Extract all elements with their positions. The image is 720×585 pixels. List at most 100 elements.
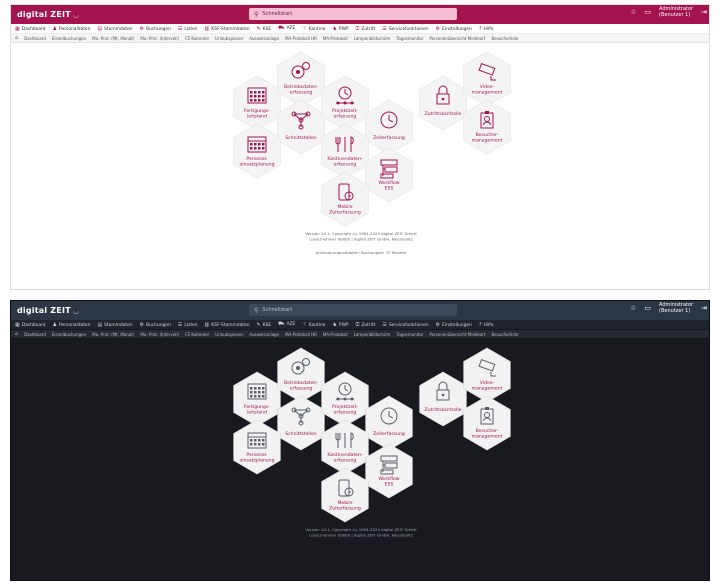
hex-tile-zeit[interactable]: Zeiterfassung <box>365 395 413 451</box>
tool-icon: ✎ <box>256 321 261 328</box>
menu-item-hilfe[interactable]: ? Hilfe <box>479 322 494 328</box>
hex-tile-zeit[interactable]: Zeiterfassung <box>365 99 413 155</box>
tab-einzelbuchungen[interactable]: Einzelbuchungen <box>52 332 86 337</box>
menu-item-personaldaten[interactable]: ♟ Personaldaten <box>53 322 91 328</box>
menu-item-kantine[interactable]: ⚚ Kantine <box>302 26 325 32</box>
tab-urlaubsplaner[interactable]: Urlaubsplaner <box>215 332 243 337</box>
hex-tile-schnitt[interactable]: Schnittstellen <box>277 99 325 155</box>
hex-tile-video[interactable]: Video-management <box>463 51 511 107</box>
tab-personen-bersicht-meldeort[interactable]: Personenübersicht Meldeort <box>429 36 485 41</box>
menu-item-kantine[interactable]: ⚚ Kantine <box>302 322 325 328</box>
tab-tagesmonitor[interactable]: Tagesmonitor <box>396 36 423 41</box>
tab-lampenbildschirm[interactable]: Lampenbildschirm <box>354 36 391 41</box>
hex-tile-mobile[interactable]: Mobile Zeiterfassung <box>321 171 369 227</box>
menu-item-zutritt[interactable]: ⚿ Zutritt <box>356 322 376 328</box>
app-logo[interactable]: digital ZEIT ◡ <box>17 306 247 315</box>
tab-lampenbildschirm[interactable]: Lampenbildschirm <box>354 332 391 337</box>
tab-ma-prot-mt-monat-[interactable]: Ma.-Prot. (Mt. Monat) <box>92 332 134 337</box>
menu-item-servicefunktionen[interactable]: ☰ Servicefunktionen <box>382 26 428 32</box>
hex-tile-zutritt[interactable]: Zutrittskontrolle <box>419 371 467 427</box>
tab-fz-kalender[interactable]: FZ-Kalender <box>185 332 209 337</box>
menu-item-kse[interactable]: ✎ KSE <box>257 322 272 328</box>
home-icon[interactable]: ⌂ <box>15 35 18 41</box>
tab-bar: ⌂ Dashboard Einzelbuchungen Ma.-Prot. (Mt. … <box>11 34 709 43</box>
hex-tile-betrieb[interactable]: Betriebsdaten-erfassung <box>277 51 325 107</box>
hex-tile-fertigung[interactable]: Fertigungs-leitstand <box>233 371 281 427</box>
hex-tile-fertigung[interactable]: Fertigungs-leitstand <box>233 75 281 131</box>
menu-item-dashboard[interactable]: ▦ Dashboard <box>15 26 46 32</box>
hex-tile-video[interactable]: Video-management <box>463 347 511 403</box>
menu-item-hilfe[interactable]: ? Hilfe <box>479 26 494 32</box>
star-icon[interactable]: ☆ <box>630 304 636 312</box>
hex-tile-besucher[interactable]: Besucher-management <box>463 99 511 155</box>
tab-ma-prot-intervall-[interactable]: Ma.-Prot. (Intervall) <box>140 332 179 337</box>
app-logo[interactable]: digital ZEIT ◡ <box>17 10 247 19</box>
menu-item-buchungen[interactable]: ⚙ Buchungen <box>140 322 171 328</box>
hex-tile-personal[interactable]: Personal-einsatzplanung <box>233 419 281 475</box>
search-input[interactable]: ⚲ Schnellstart <box>249 304 457 316</box>
menu-item-listen[interactable]: ☰ Listen <box>178 322 198 328</box>
screen-icon[interactable]: ▭ <box>644 304 651 312</box>
menu-item-einstellungen[interactable]: ⚙ Einstellungen <box>436 322 472 328</box>
logout-icon[interactable]: ⇥ <box>701 304 707 312</box>
menu-item-aze[interactable]: ⛟ AZE <box>278 25 295 32</box>
menu-item-zutritt[interactable]: ⚿ Zutritt <box>356 26 376 32</box>
tab-ma-protokoll[interactable]: MA-Protokoll <box>323 36 348 41</box>
search-input[interactable]: ⚲ Schnellstart <box>249 8 457 20</box>
tab-urlaubsplaner[interactable]: Urlaubsplaner <box>215 36 243 41</box>
tab-personen-bersicht-meldeort[interactable]: Personenübersicht Meldeort <box>429 332 485 337</box>
menu-item-aze[interactable]: ⛟ AZE <box>278 321 295 328</box>
hex-tile-workflow[interactable]: Workflow ESS <box>365 443 413 499</box>
hex-tile-workflow[interactable]: Workflow ESS <box>365 147 413 203</box>
tab-tagesmonitor[interactable]: Tagesmonitor <box>396 332 423 337</box>
tab-ma-prot-intervall-[interactable]: Ma.-Prot. (Intervall) <box>140 36 179 41</box>
tab-dashboard[interactable]: Dashboard <box>24 36 46 41</box>
hex-shape <box>321 171 369 227</box>
tab-ma-protokoll-hr[interactable]: MA-Protokoll HR <box>285 36 317 41</box>
hex-tile-kantine[interactable]: Kantinendaten-erfassung <box>321 123 369 179</box>
hex-shape <box>365 395 413 451</box>
home-icon[interactable]: ⌂ <box>15 331 18 337</box>
hex-tile-personal[interactable]: Personal-einsatzplanung <box>233 123 281 179</box>
tab-ma-protokoll-hr[interactable]: MA-Protokoll HR <box>285 332 317 337</box>
menu-item-ksf-stammdaten[interactable]: ▥ KSF-Stammdaten <box>205 322 250 328</box>
hex-label-schnitt: Schnittstellen <box>285 431 317 437</box>
hex-tile-besucher[interactable]: Besucher-management <box>463 395 511 451</box>
menu-item-listen[interactable]: ☰ Listen <box>178 26 198 32</box>
tab-ma-protokoll[interactable]: MA-Protokoll <box>323 332 348 337</box>
menu-item-ksf-stammdaten[interactable]: ▥ KSF-Stammdaten <box>205 26 250 32</box>
tab-dashboard[interactable]: Dashboard <box>24 332 46 337</box>
tab-ma-prot-mt-monat-[interactable]: Ma.-Prot. (Mt. Monat) <box>92 36 134 41</box>
tab-ausweisanlage[interactable]: Ausweisanlage <box>249 332 279 337</box>
screen-icon[interactable]: ▭ <box>644 8 651 16</box>
menu-item-personaldaten[interactable]: ♟ Personaldaten <box>53 26 91 32</box>
star-icon[interactable]: ☆ <box>630 8 636 16</box>
menu-item-pwp[interactable]: ♞ PWP <box>332 26 348 32</box>
tab-besucherliste[interactable]: Besucherliste <box>491 36 518 41</box>
menu-item-label: Stammdaten <box>104 322 133 328</box>
user-info[interactable]: Administrator (Benutzer 1) <box>659 6 693 18</box>
hex-tile-projekt[interactable]: Projektzeit-erfassung <box>321 75 369 131</box>
hex-tile-betrieb[interactable]: Betriebsdaten-erfassung <box>277 347 325 403</box>
tab-fz-kalender[interactable]: FZ-Kalender <box>185 36 209 41</box>
hex-grid-svg: Fertigungs-leitstand Betriebsdaten-erfass… <box>233 51 511 255</box>
hex-tile-kantine[interactable]: Kantinendaten-erfassung <box>321 419 369 475</box>
menu-item-buchungen[interactable]: ⚙ Buchungen <box>140 26 171 32</box>
hex-tile-zutritt[interactable]: Zutrittskontrolle <box>419 75 467 131</box>
hex-tile-projekt[interactable]: Projektzeit-erfassung <box>321 371 369 427</box>
hex-tile-mobile[interactable]: Mobile Zeiterfassung <box>321 467 369 523</box>
menu-item-pwp[interactable]: ♞ PWP <box>332 322 348 328</box>
menu-item-label: Buchungen <box>146 322 171 328</box>
hex-tile-schnitt[interactable]: Schnittstellen <box>277 395 325 451</box>
menu-item-dashboard[interactable]: ▦ Dashboard <box>15 322 46 328</box>
tab-ausweisanlage[interactable]: Ausweisanlage <box>249 36 279 41</box>
tab-besucherliste[interactable]: Besucherliste <box>491 332 518 337</box>
menu-item-stammdaten[interactable]: ▤ Stammdaten <box>97 26 132 32</box>
menu-item-einstellungen[interactable]: ⚙ Einstellungen <box>436 26 472 32</box>
logout-icon[interactable]: ⇥ <box>701 8 707 16</box>
menu-item-servicefunktionen[interactable]: ☰ Servicefunktionen <box>382 322 428 328</box>
menu-item-stammdaten[interactable]: ▤ Stammdaten <box>97 322 132 328</box>
menu-item-kse[interactable]: ✎ KSE <box>257 26 272 32</box>
user-info[interactable]: Administrator (Benutzer 1) <box>659 302 693 314</box>
tab-einzelbuchungen[interactable]: Einzelbuchungen <box>52 36 86 41</box>
